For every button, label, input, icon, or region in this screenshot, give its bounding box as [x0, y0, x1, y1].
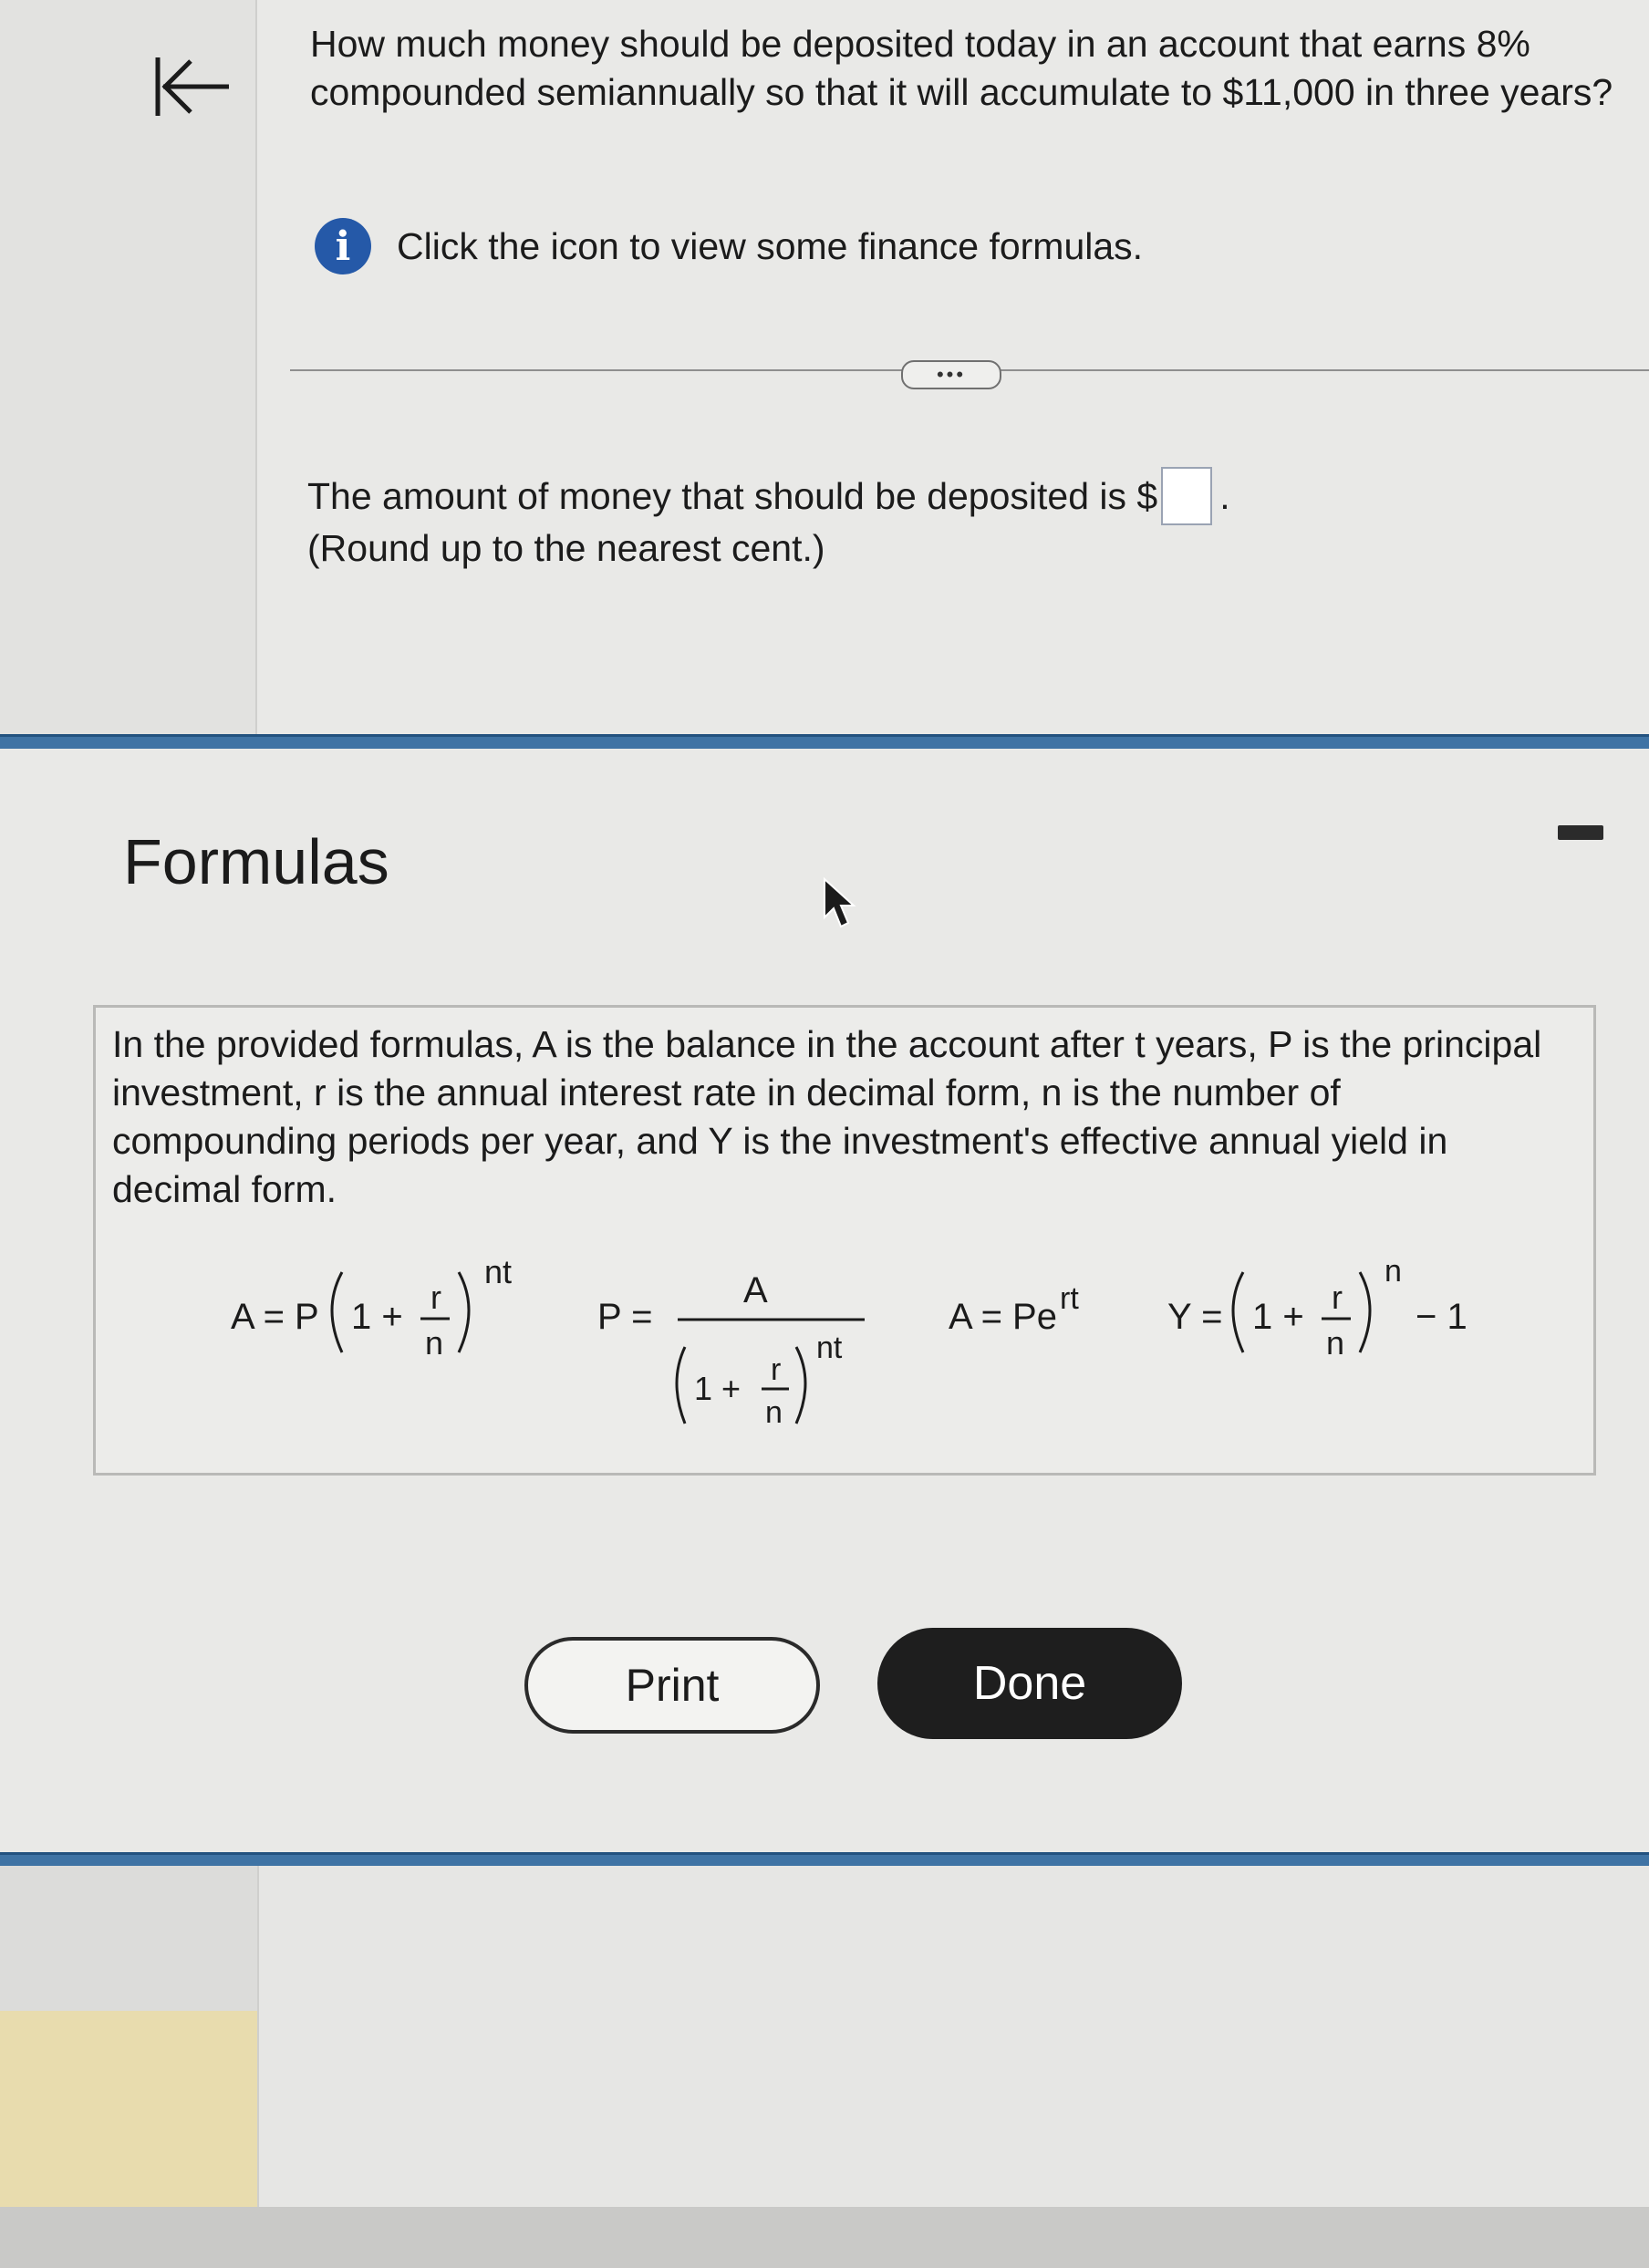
svg-text:1 +: 1 +	[1252, 1297, 1304, 1337]
svg-text:n: n	[1326, 1324, 1344, 1362]
svg-text:n: n	[425, 1324, 443, 1362]
left-rail	[0, 0, 257, 734]
svg-text:1 +: 1 +	[351, 1297, 403, 1337]
svg-text:A = P: A = P	[231, 1297, 319, 1337]
formulas-graphic: A = P 1 + r n nt P = A 1 + r n nt A = Pe…	[231, 1253, 1468, 1430]
info-row: i Click the icon to view some finance fo…	[315, 214, 1143, 278]
question-text: How much money should be deposited today…	[310, 23, 1613, 113]
rounding-note: (Round up to the nearest cent.)	[307, 527, 825, 569]
dialog-title: Formulas	[123, 826, 389, 897]
svg-text:r: r	[771, 1352, 781, 1387]
svg-text:nt: nt	[816, 1331, 843, 1365]
svg-text:n: n	[1385, 1254, 1402, 1289]
formula-compound-amount: A = P 1 + r n nt	[231, 1253, 512, 1362]
done-button[interactable]: Done	[877, 1628, 1182, 1739]
minimize-icon[interactable]	[1558, 825, 1603, 840]
svg-text:− 1: − 1	[1416, 1297, 1468, 1337]
expand-more-button[interactable]: •••	[901, 360, 1001, 389]
formula-box: In the provided formulas, A is the balan…	[93, 1005, 1596, 1476]
answer-suffix: .	[1219, 474, 1230, 517]
svg-text:P =: P =	[597, 1297, 652, 1337]
svg-text:rt: rt	[1060, 1281, 1079, 1316]
formula-continuous: A = Pe rt	[949, 1281, 1079, 1337]
formula-present-value: P = A 1 + r n nt	[597, 1270, 865, 1430]
bottom-strip	[0, 2207, 1649, 2268]
answer-line: The amount of money that should be depos…	[307, 467, 1230, 525]
answer-input[interactable]	[1161, 467, 1213, 525]
svg-text:n: n	[765, 1395, 783, 1430]
formula-effective-yield: Y = 1 + r n n − 1	[1167, 1254, 1468, 1362]
mouse-cursor-icon	[824, 877, 856, 928]
svg-text:A = Pe: A = Pe	[949, 1297, 1057, 1337]
answer-prefix: The amount of money that should be depos…	[307, 474, 1158, 517]
svg-text:r: r	[1332, 1279, 1343, 1316]
svg-text:A: A	[743, 1270, 768, 1310]
back-to-start-icon[interactable]	[150, 50, 233, 123]
svg-text:Y =: Y =	[1167, 1297, 1222, 1337]
info-text: Click the icon to view some finance form…	[397, 224, 1144, 267]
svg-text:nt: nt	[484, 1253, 512, 1290]
svg-text:r: r	[430, 1279, 441, 1316]
print-button[interactable]: Print	[524, 1637, 820, 1734]
svg-text:1 +: 1 +	[694, 1370, 741, 1407]
info-icon[interactable]: i	[315, 218, 371, 274]
